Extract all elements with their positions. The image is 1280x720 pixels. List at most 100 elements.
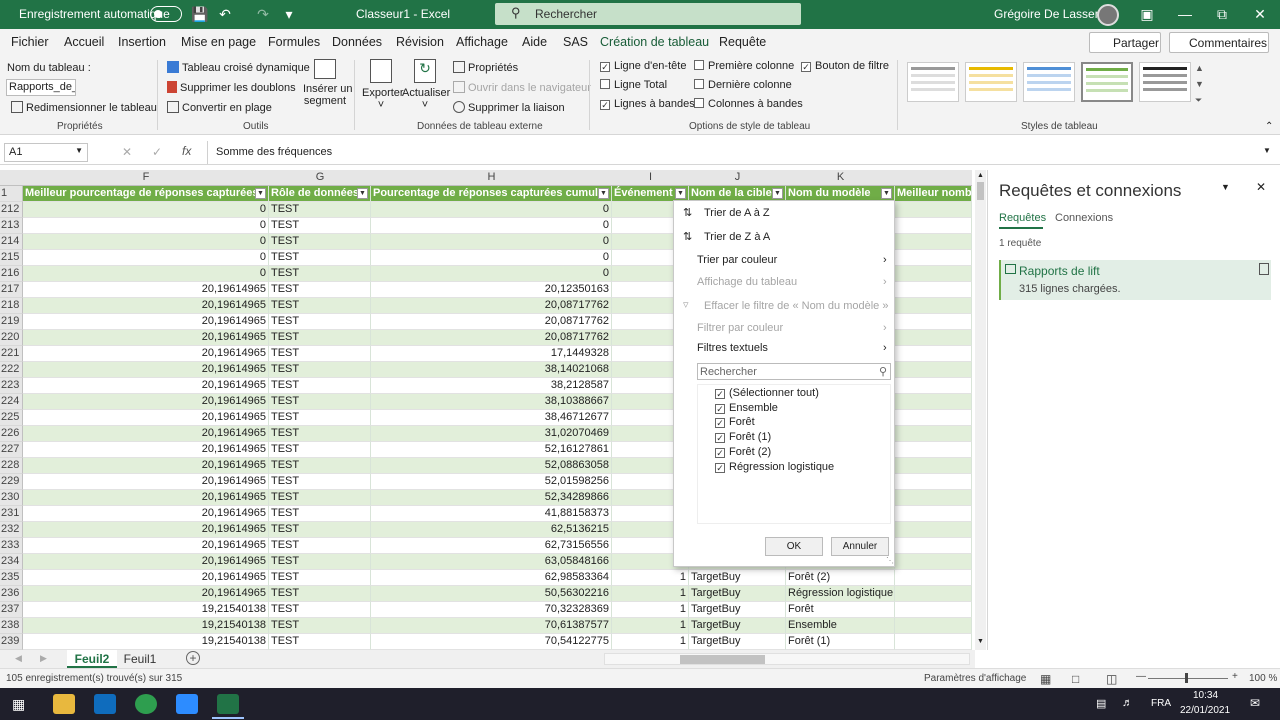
table-cell-h[interactable]: 20,12350163 — [371, 282, 612, 298]
filter-dropdown-icon[interactable]: ▼ — [675, 188, 686, 199]
filter-checkbox-item[interactable]: ✓ Forêt — [715, 416, 755, 429]
cancel-icon[interactable]: ✕ — [122, 145, 132, 159]
table-cell-g[interactable]: TEST — [269, 570, 371, 586]
column-header-f[interactable]: F — [23, 171, 269, 183]
table-cell-f[interactable]: 19,21540138 — [23, 602, 269, 618]
table-cell-h[interactable]: 31,02070469 — [371, 426, 612, 442]
checkbox-checked-icon[interactable]: ✓ — [715, 403, 725, 414]
table-cell-g[interactable]: TEST — [269, 442, 371, 458]
table-cell-f[interactable]: 20,19614965 — [23, 330, 269, 346]
table-cell-f[interactable]: 0 — [23, 218, 269, 234]
table-cell-l[interactable] — [895, 442, 972, 458]
row-number[interactable]: 218 — [0, 298, 23, 314]
clock-date[interactable]: 22/01/2021 — [1180, 705, 1230, 716]
remove-duplicates-button[interactable]: Supprimer les doublons — [167, 81, 296, 94]
table-cell-f[interactable]: 20,19614965 — [23, 506, 269, 522]
banded-columns-checkbox[interactable]: Colonnes à bandes — [694, 98, 803, 110]
table-cell-k[interactable]: Régression logistique — [786, 586, 895, 602]
column-header-k[interactable]: K — [786, 171, 895, 183]
table-cell-l[interactable] — [895, 634, 972, 650]
row-number[interactable]: 235 — [0, 570, 23, 586]
tab-affichage[interactable]: Affichage — [456, 35, 508, 49]
excel-icon[interactable] — [217, 694, 239, 714]
table-cell-l[interactable] — [895, 266, 972, 282]
zoom-in-icon[interactable]: + — [1232, 671, 1238, 682]
filter-search-input[interactable]: Rechercher ⚲ — [697, 363, 891, 380]
zoom-slider[interactable] — [1148, 678, 1228, 679]
table-style-black[interactable] — [1139, 62, 1191, 102]
minimize-icon[interactable]: — — [1176, 5, 1194, 23]
sort-za-item[interactable]: Trier de Z à A — [704, 231, 770, 243]
table-cell-g[interactable]: TEST — [269, 538, 371, 554]
page-layout-icon[interactable]: □ — [1072, 672, 1079, 686]
table-cell-l[interactable] — [895, 490, 972, 506]
table-cell-g[interactable]: TEST — [269, 490, 371, 506]
table-cell-f[interactable]: 20,19614965 — [23, 490, 269, 506]
add-sheet-icon[interactable]: + — [186, 651, 200, 665]
header-cell-h[interactable]: Pourcentage de réponses capturées cumulé… — [371, 186, 612, 202]
table-cell-g[interactable]: TEST — [269, 218, 371, 234]
table-cell-i[interactable]: 1 — [612, 586, 689, 602]
close-icon[interactable]: ✕ — [1251, 5, 1269, 23]
row-number[interactable]: 216 — [0, 266, 23, 282]
sort-az-item[interactable]: Trier de A à Z — [704, 207, 770, 219]
table-cell-l[interactable] — [895, 538, 972, 554]
filter-by-color-item[interactable]: Filtrer par couleur › — [697, 322, 887, 334]
notifications-icon[interactable]: ✉ — [1250, 696, 1260, 710]
scroll-down-icon[interactable]: ▼ — [977, 638, 984, 645]
table-cell-l[interactable] — [895, 202, 972, 218]
display-settings[interactable]: Paramètres d'affichage — [924, 673, 1026, 684]
table-cell-h[interactable]: 50,56302216 — [371, 586, 612, 602]
table-cell-l[interactable] — [895, 554, 972, 570]
save-icon[interactable]: 💾 — [191, 5, 209, 23]
table-cell-h[interactable]: 38,14021068 — [371, 362, 612, 378]
row-number[interactable]: 226 — [0, 426, 23, 442]
filter-checkbox-item[interactable]: ✓ Ensemble — [715, 402, 778, 414]
table-cell-g[interactable]: TEST — [269, 362, 371, 378]
table-cell-g[interactable]: TEST — [269, 506, 371, 522]
table-cell-g[interactable]: TEST — [269, 282, 371, 298]
table-cell-g[interactable]: TEST — [269, 522, 371, 538]
tab-requete[interactable]: Requête — [719, 35, 766, 49]
table-cell-h[interactable]: 41,88158373 — [371, 506, 612, 522]
table-cell-l[interactable] — [895, 426, 972, 442]
table-cell-f[interactable]: 20,19614965 — [23, 538, 269, 554]
table-cell-g[interactable]: TEST — [269, 378, 371, 394]
table-cell-l[interactable] — [895, 602, 972, 618]
table-cell-f[interactable]: 20,19614965 — [23, 410, 269, 426]
tab-sas[interactable]: SAS — [563, 35, 588, 49]
row-number[interactable]: 213 — [0, 218, 23, 234]
horizontal-scrollbar[interactable] — [604, 653, 970, 665]
table-cell-l[interactable] — [895, 314, 972, 330]
table-cell-k[interactable]: Forêt (2) — [786, 570, 895, 586]
tab-formules[interactable]: Formules — [268, 35, 320, 49]
table-cell-l[interactable] — [895, 330, 972, 346]
table-cell-f[interactable]: 20,19614965 — [23, 554, 269, 570]
row-number[interactable]: 219 — [0, 314, 23, 330]
column-header-j[interactable]: J — [689, 171, 786, 183]
sheet-tab-feuil1[interactable]: Feuil1 — [120, 650, 160, 668]
row-number[interactable]: 220 — [0, 330, 23, 346]
customize-qat-icon[interactable]: ▾ — [280, 5, 298, 23]
row-number[interactable]: 231 — [0, 506, 23, 522]
table-cell-i[interactable]: 1 — [612, 618, 689, 634]
table-cell-l[interactable] — [895, 362, 972, 378]
table-cell-f[interactable]: 20,19614965 — [23, 570, 269, 586]
redo-icon[interactable]: ↷ — [254, 5, 272, 23]
table-cell-g[interactable]: TEST — [269, 554, 371, 570]
table-cell-h[interactable]: 52,01598256 — [371, 474, 612, 490]
share-button[interactable]: Partager — [1089, 32, 1161, 53]
table-cell-g[interactable]: TEST — [269, 474, 371, 490]
row-number[interactable]: 232 — [0, 522, 23, 538]
tab-connexions[interactable]: Connexions — [1055, 212, 1113, 224]
filter-button-checkbox[interactable]: ✓ Bouton de filtre — [801, 60, 889, 72]
table-cell-l[interactable] — [895, 346, 972, 362]
row-number[interactable]: 234 — [0, 554, 23, 570]
row-number[interactable]: 214 — [0, 234, 23, 250]
table-cell-h[interactable]: 70,54122775 — [371, 634, 612, 650]
filter-dropdown-icon[interactable]: ▼ — [772, 188, 783, 199]
table-cell-l[interactable] — [895, 234, 972, 250]
table-cell-f[interactable]: 0 — [23, 234, 269, 250]
table-cell-l[interactable] — [895, 378, 972, 394]
scroll-up-icon[interactable]: ▲ — [977, 172, 984, 179]
